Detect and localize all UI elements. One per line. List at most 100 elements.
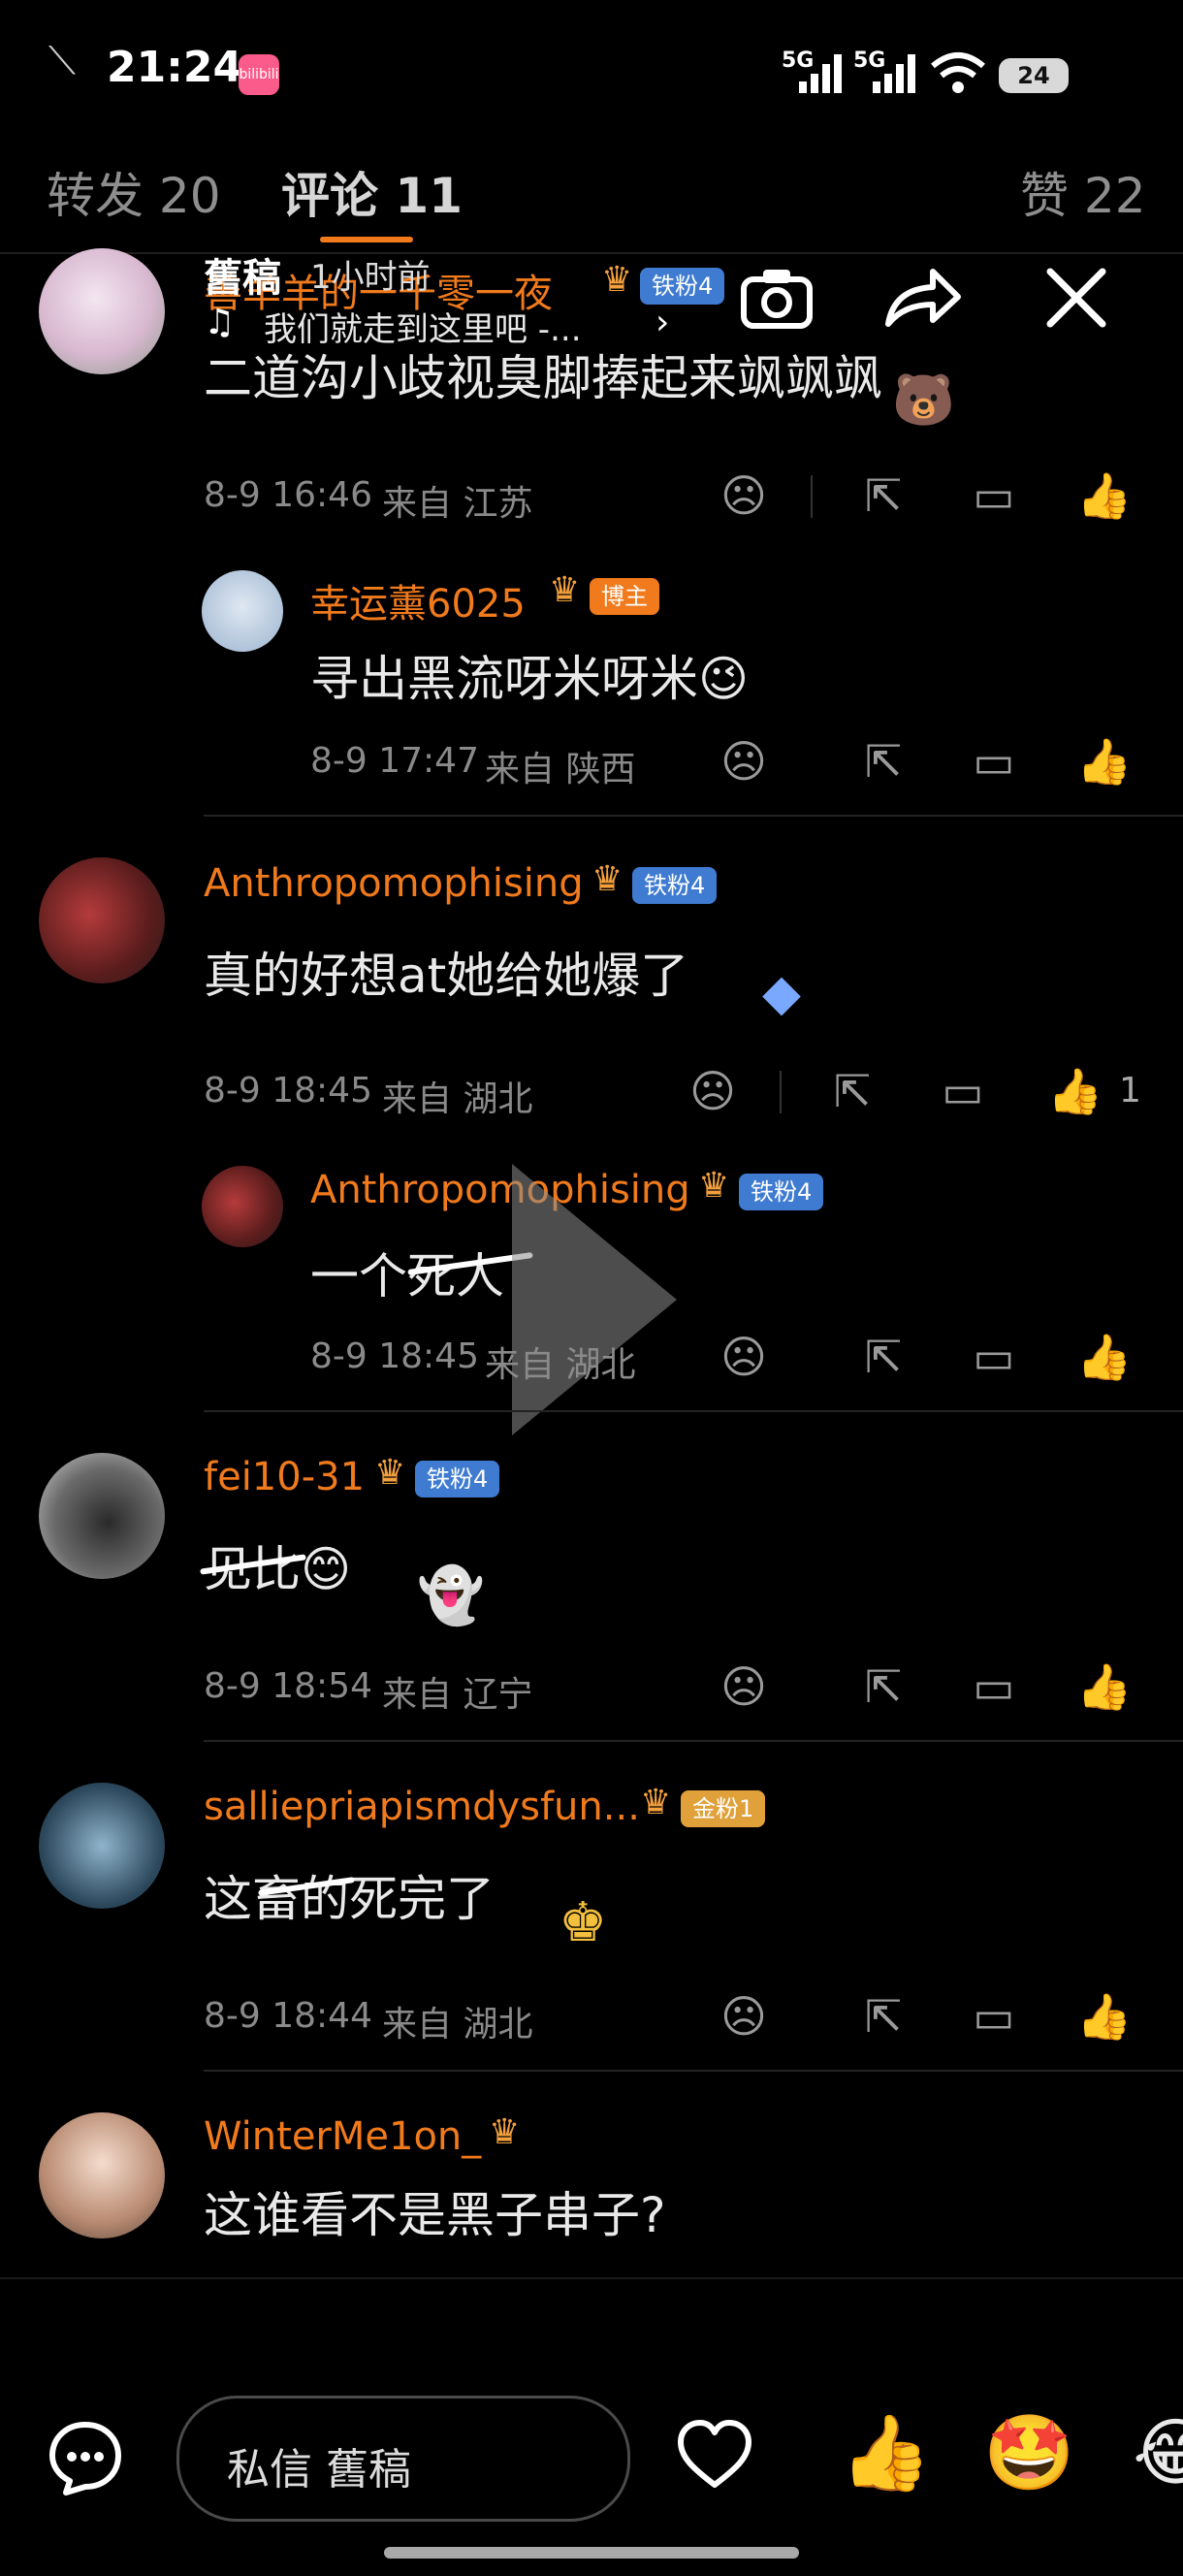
like-icon[interactable]: 👍	[1076, 1658, 1133, 1715]
reply-date: 8-9 18:45	[310, 1336, 479, 1376]
reply-icon[interactable]: ▭	[966, 1658, 1022, 1715]
dislike-icon[interactable]: ☹	[716, 1988, 772, 2045]
comment-text: 真的好想at她给她爆了	[204, 948, 689, 1004]
home-indicator	[384, 2547, 799, 2559]
bilibili-app-icon: bilibili	[239, 54, 279, 95]
crown-icon: ♛	[640, 1783, 672, 1822]
fan-level-badge: 铁粉4	[415, 1461, 500, 1497]
tab-active-indicator	[320, 237, 413, 242]
avatar[interactable]	[202, 1166, 283, 1247]
comment-date: 8-9 16:46	[204, 475, 372, 515]
comment-date: 8-9 18:44	[204, 1996, 372, 2036]
diamond-sticker-icon: ◆	[762, 964, 801, 1022]
tab-likes[interactable]: 赞 22	[1020, 157, 1146, 227]
like-icon[interactable]: 👍	[1076, 1988, 1133, 2045]
music-note-icon: ♫	[204, 303, 236, 342]
close-icon[interactable]	[1038, 264, 1115, 341]
crown-icon: ♛	[489, 2112, 521, 2152]
reply-text: 寻出黑流呀米呀米😉	[310, 651, 750, 707]
heart-icon[interactable]	[675, 2419, 756, 2500]
reply-icon[interactable]: ▭	[966, 467, 1022, 524]
comment-text: 这畜的死完了	[204, 1871, 495, 1927]
sticker-icon: 🐻	[892, 371, 955, 430]
music-title[interactable]: 我们就走到这里吧 -...	[264, 303, 582, 350]
reply-location: 来自 湖北	[485, 1345, 636, 1385]
avatar[interactable]	[202, 570, 283, 652]
dislike-icon[interactable]: ☹	[716, 733, 772, 789]
like-icon[interactable]: 👍	[1076, 733, 1133, 789]
separator	[204, 1740, 1183, 1742]
share-icon[interactable]: ⇱	[855, 467, 911, 524]
like-icon[interactable]: 👍	[1076, 1329, 1133, 1385]
tab-bar: 转发 20 评论 11 赞 22	[0, 145, 1183, 254]
comment-username[interactable]: WinterMe1on_	[204, 2114, 481, 2159]
crown-icon: ♛	[549, 570, 581, 610]
reply-location: 来自 陕西	[485, 750, 636, 789]
share-arrow-icon[interactable]	[879, 264, 966, 351]
share-icon[interactable]: ⇱	[855, 733, 911, 789]
divider	[780, 1071, 782, 1113]
separator	[204, 1410, 1183, 1412]
reply-username[interactable]: 幸运薰6025	[310, 572, 526, 628]
dislike-icon[interactable]: ☹	[716, 1329, 772, 1385]
dislike-icon[interactable]: ☹	[716, 1658, 772, 1715]
crown-icon: ♛	[374, 1453, 406, 1493]
like-icon[interactable]: 👍	[1047, 1063, 1103, 1119]
avatar[interactable]	[39, 857, 165, 983]
clock: 21:24	[107, 43, 243, 92]
thumbs-up-emoji-icon[interactable]: 👍	[840, 2409, 932, 2496]
signal-bars-icon-2	[871, 54, 917, 93]
crown-icon: ♛	[601, 260, 633, 300]
play-button-icon[interactable]	[512, 1164, 677, 1435]
comment-username[interactable]: fei10-31	[204, 1455, 365, 1499]
crown-icon: ♛	[698, 1166, 730, 1206]
comment-bubble-icon[interactable]	[47, 2419, 128, 2500]
comment-location: 来自 江苏	[382, 484, 533, 524]
reply-icon[interactable]: ▭	[966, 733, 1022, 789]
dislike-icon[interactable]: ☹	[716, 467, 772, 524]
comment-location: 来自 湖北	[382, 1079, 533, 1119]
tab-comments[interactable]: 评论 11	[281, 157, 463, 227]
reply-icon[interactable]: ▭	[966, 1988, 1022, 2045]
avatar[interactable]	[39, 1453, 165, 1579]
camera-icon[interactable]	[733, 264, 820, 351]
post-author-name[interactable]: 舊稿	[204, 246, 281, 303]
private-message-placeholder: 私信 舊稿	[227, 2445, 411, 2495]
reply-date: 8-9 17:47	[310, 741, 479, 781]
back-icon[interactable]: ⟍	[48, 39, 76, 83]
divider	[811, 475, 813, 518]
wifi-icon	[929, 50, 987, 95]
fan-level-badge: 金粉1	[681, 1790, 766, 1827]
reply-icon[interactable]: ▭	[966, 1329, 1022, 1385]
separator	[0, 2277, 1183, 2279]
share-icon[interactable]: ⇱	[855, 1329, 911, 1385]
laughing-emoji-icon[interactable]: 😂	[1133, 2409, 1183, 2496]
status-bar: ⟍ 21:24 bilibili 5G 5G 24	[0, 0, 1183, 107]
ghost-sticker-icon: 👻	[417, 1564, 485, 1627]
dislike-icon[interactable]: ☹	[685, 1063, 741, 1119]
share-icon[interactable]: ⇱	[855, 1988, 911, 2045]
fan-level-badge: 铁粉4	[739, 1174, 824, 1210]
chevron-right-icon[interactable]: ›	[655, 303, 669, 342]
post-time: 1小时前	[310, 258, 431, 297]
avatar[interactable]	[39, 248, 165, 374]
like-icon[interactable]: 👍	[1076, 467, 1133, 524]
tab-reposts[interactable]: 转发 20	[47, 157, 221, 227]
reply-icon[interactable]: ▭	[935, 1063, 991, 1119]
separator	[204, 815, 1183, 817]
starry-eyes-emoji-icon[interactable]: 🤩	[983, 2409, 1075, 2496]
comment-username[interactable]: Anthropomophising	[204, 861, 584, 906]
separator	[204, 2070, 1183, 2072]
avatar[interactable]	[39, 1783, 165, 1909]
avatar[interactable]	[39, 2112, 165, 2238]
comment-location: 来自 湖北	[382, 2005, 533, 2045]
comment-date: 8-9 18:45	[204, 1071, 372, 1111]
like-count: 1	[1119, 1071, 1141, 1111]
author-badge: 博主	[590, 578, 659, 615]
share-icon[interactable]: ⇱	[855, 1658, 911, 1715]
crown-sticker-icon: ♚	[559, 1891, 608, 1954]
comment-username[interactable]: salliepriapismdysfun...	[204, 1785, 640, 1829]
comment-location: 来自 辽宁	[382, 1675, 533, 1715]
comment-date: 8-9 18:54	[204, 1666, 372, 1706]
share-icon[interactable]: ⇱	[824, 1063, 880, 1119]
